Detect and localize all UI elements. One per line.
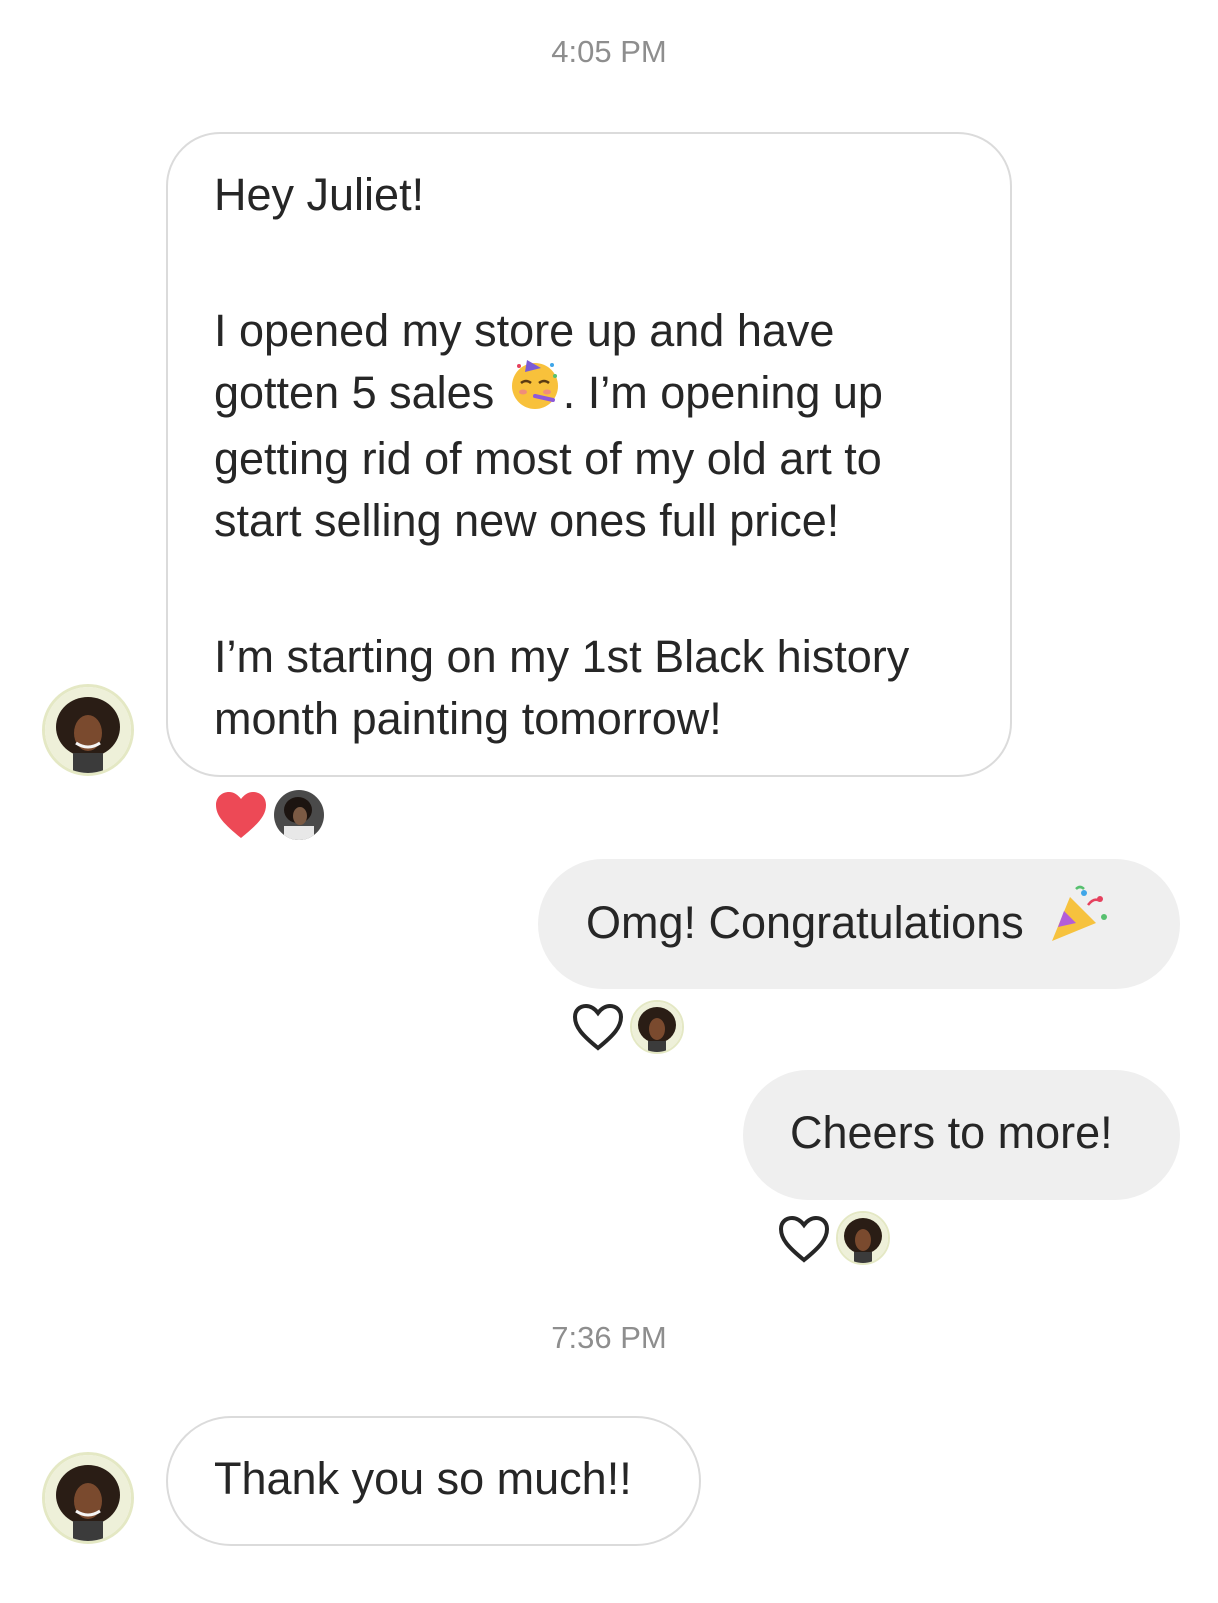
message-bubble-outgoing[interactable]: Omg! Congratulations xyxy=(538,859,1180,989)
partying-face-emoji xyxy=(507,356,563,428)
reactor-avatar xyxy=(836,1211,890,1265)
timestamp: 7:36 PM xyxy=(551,1320,667,1355)
sender-avatar[interactable] xyxy=(42,684,134,776)
message-text: Hey Juliet! xyxy=(214,169,425,220)
timestamp: 4:05 PM xyxy=(551,34,667,69)
message-bubble-outgoing[interactable]: Cheers to more! xyxy=(743,1070,1180,1200)
party-popper-emoji xyxy=(1048,883,1110,961)
message-text: Omg! Congratulations xyxy=(586,896,1024,948)
message-text: I opened my store up and have gotten 5 s… xyxy=(214,305,883,547)
message-text: Cheers to more! xyxy=(790,1107,1113,1158)
message-text: I’m starting on my 1st Black history mon… xyxy=(214,631,910,745)
heart-outline-icon[interactable] xyxy=(571,1002,625,1057)
reactor-avatar xyxy=(272,788,326,842)
message-bubble-incoming[interactable]: Hey Juliet! I opened my store up and hav… xyxy=(166,132,1012,777)
message-bubble-incoming[interactable]: Thank you so much!! xyxy=(166,1416,701,1546)
reactor-avatar xyxy=(630,1000,684,1054)
sender-avatar[interactable] xyxy=(42,1452,134,1544)
heart-outline-icon[interactable] xyxy=(777,1214,831,1269)
heart-filled-icon[interactable] xyxy=(214,790,268,845)
message-text: Thank you so much!! xyxy=(214,1453,632,1504)
